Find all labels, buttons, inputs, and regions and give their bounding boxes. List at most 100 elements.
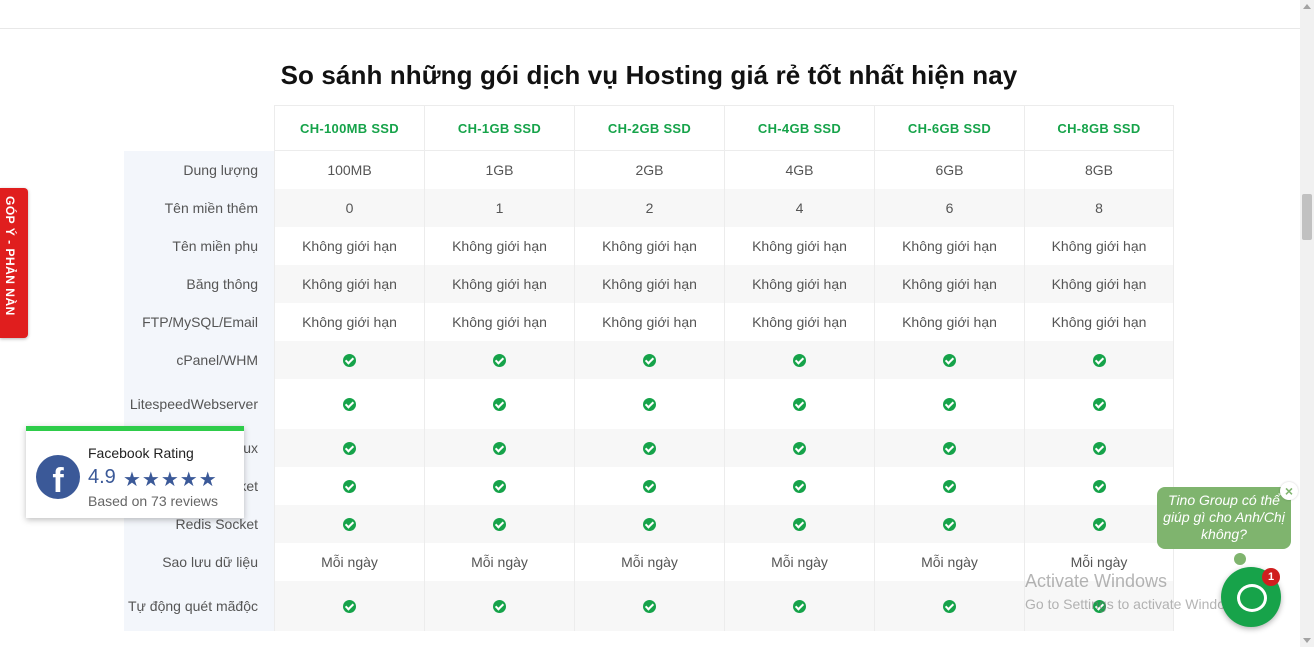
- check-icon: [643, 517, 656, 531]
- table-cell: 0: [274, 189, 424, 227]
- table-cell: [1024, 429, 1174, 467]
- table-cell: Không giới hạn: [424, 227, 574, 265]
- table-cell: Không giới hạn: [724, 265, 874, 303]
- table-cell: Không giới hạn: [874, 227, 1024, 265]
- check-icon: [343, 353, 356, 367]
- table-cell: [424, 379, 574, 429]
- table-cell: [874, 379, 1024, 429]
- table-cell: [574, 341, 724, 379]
- table-row: Tên miền phụ Không giới hạn Không giới h…: [124, 227, 1174, 265]
- row-label-line: độc: [235, 598, 258, 614]
- table-cell: [874, 429, 1024, 467]
- check-icon: [943, 517, 956, 531]
- table-cell: [1024, 505, 1174, 543]
- facebook-rating-title: Facebook Rating: [88, 445, 194, 461]
- check-icon: [1092, 397, 1106, 411]
- row-label: cPanel/WHM: [124, 341, 274, 379]
- table-cell: [274, 581, 424, 631]
- scroll-down-icon[interactable]: [1303, 638, 1311, 643]
- row-label-line: Litespeed: [129, 396, 191, 412]
- row-label: Sao lưu dữ liệu: [124, 543, 274, 581]
- page-scrollbar[interactable]: [1300, 0, 1314, 647]
- table-cell: 6: [874, 189, 1024, 227]
- check-icon: [793, 397, 806, 411]
- check-icon: [643, 353, 656, 367]
- close-icon[interactable]: ×: [1280, 482, 1298, 500]
- table-cell: Mỗi ngày: [874, 543, 1024, 581]
- table-cell: [424, 341, 574, 379]
- header-empty-cell: [124, 105, 274, 151]
- table-cell: [274, 467, 424, 505]
- check-icon: [343, 479, 356, 493]
- table-cell: Không giới hạn: [1024, 227, 1174, 265]
- check-icon: [1092, 441, 1106, 455]
- table-cell: Không giới hạn: [1024, 303, 1174, 341]
- table-cell: 1GB: [424, 151, 574, 189]
- check-icon: [1092, 479, 1106, 493]
- table-cell: [424, 505, 574, 543]
- table-cell: [424, 429, 574, 467]
- table-cell: Mỗi ngày: [1024, 543, 1174, 581]
- row-label: Tự động quét mã độc: [124, 581, 274, 631]
- page-title: So sánh những gói dịch vụ Hosting giá rẻ…: [280, 60, 1018, 90]
- table-cell: Không giới hạn: [574, 265, 724, 303]
- table-cell: 2GB: [574, 151, 724, 189]
- table-cell: Không giới hạn: [274, 265, 424, 303]
- column-header: CH-1GB SSD: [424, 105, 574, 151]
- row-label: Băng thông: [124, 265, 274, 303]
- column-header: CH-100MB SSD: [274, 105, 424, 151]
- notification-badge: 1: [1262, 568, 1280, 586]
- table-cell: Không giới hạn: [874, 303, 1024, 341]
- table-cell: [1024, 581, 1174, 631]
- top-divider: [0, 28, 1300, 29]
- table-cell: [574, 467, 724, 505]
- scroll-up-icon[interactable]: [1303, 4, 1311, 9]
- table-cell: 4GB: [724, 151, 874, 189]
- table-cell: Không giới hạn: [574, 303, 724, 341]
- table-cell: 8GB: [1024, 151, 1174, 189]
- table-row: Tự động quét mã độc: [124, 581, 1174, 631]
- table-cell: Mỗi ngày: [424, 543, 574, 581]
- table-cell: [1024, 467, 1174, 505]
- table-row: FTP/MySQL/Email Không giới hạn Không giớ…: [124, 303, 1174, 341]
- check-icon: [643, 479, 656, 493]
- row-label: Litespeed Webserver: [124, 379, 274, 429]
- table-cell: [874, 505, 1024, 543]
- check-icon: [493, 353, 506, 367]
- chat-greeting-bubble[interactable]: Tino Group có thể giúp gì cho Anh/Chị kh…: [1157, 487, 1291, 549]
- table-cell: [274, 429, 424, 467]
- facebook-rating-card[interactable]: f Facebook Rating 4.9 ★★★★★ Based on 73 …: [26, 426, 244, 518]
- scrollbar-thumb[interactable]: [1302, 194, 1312, 240]
- check-icon: [793, 599, 806, 613]
- star-rating-icon: ★★★★★: [123, 469, 218, 491]
- check-icon: [643, 599, 656, 613]
- table-cell: Mỗi ngày: [574, 543, 724, 581]
- feedback-tab-label: GÓP Ý - PHẢN NÀN: [3, 196, 17, 316]
- row-label-line: Webserver: [190, 396, 258, 412]
- check-icon: [943, 441, 956, 455]
- table-cell: 2: [574, 189, 724, 227]
- check-icon: [343, 441, 356, 455]
- table-cell: [424, 581, 574, 631]
- table-cell: Không giới hạn: [1024, 265, 1174, 303]
- table-cell: [1024, 379, 1174, 429]
- table-cell: Không giới hạn: [424, 265, 574, 303]
- table-cell: [724, 467, 874, 505]
- table-cell: Không giới hạn: [274, 227, 424, 265]
- check-icon: [943, 397, 956, 411]
- feedback-tab[interactable]: GÓP Ý - PHẢN NÀN: [0, 188, 28, 338]
- table-cell: [724, 429, 874, 467]
- table-cell: [274, 505, 424, 543]
- table-row: Redis Socket: [124, 505, 1174, 543]
- check-icon: [943, 353, 956, 367]
- table-cell: Không giới hạn: [724, 303, 874, 341]
- table-cell: [574, 379, 724, 429]
- row-label: Dung lượng: [124, 151, 274, 189]
- check-icon: [493, 479, 506, 493]
- table-cell: 6GB: [874, 151, 1024, 189]
- table-row: cPanel/WHM: [124, 341, 1174, 379]
- check-icon: [493, 397, 506, 411]
- check-icon: [493, 441, 506, 455]
- column-header: CH-6GB SSD: [874, 105, 1024, 151]
- table-cell: [874, 341, 1024, 379]
